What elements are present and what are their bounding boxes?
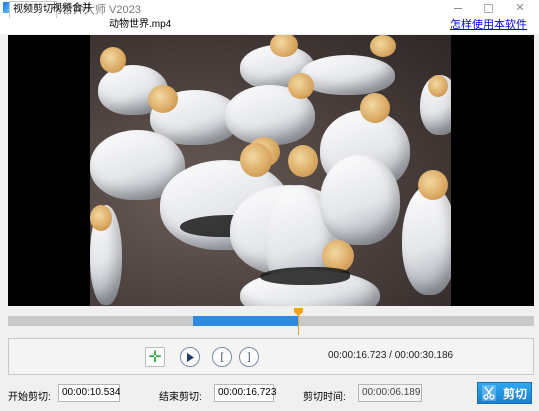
play-icon [187, 352, 194, 362]
add-button[interactable]: ✛ [145, 347, 165, 367]
maximize-button[interactable] [473, 0, 503, 16]
duration-field: 00:00:06.189 [358, 384, 422, 402]
scissors-icon [482, 385, 496, 401]
timeline-selection [193, 316, 299, 326]
timecode-display: 00:00:16.723 / 00:00:30.186 [328, 350, 454, 361]
playhead-handle[interactable] [294, 308, 303, 316]
close-button[interactable]: ✕ [505, 0, 535, 16]
maximize-icon [483, 3, 493, 13]
mark-in-button[interactable]: [ [212, 347, 232, 367]
start-cut-label: 开始剪切: [8, 392, 51, 403]
play-button[interactable] [180, 347, 200, 367]
end-cut-label: 结束剪切: [159, 392, 202, 403]
start-time-field[interactable]: 00:00:10.534 [58, 384, 120, 402]
tab-video-merge[interactable]: 视频合并 [49, 1, 95, 17]
file-name: 动物世界.mp4 [109, 19, 172, 30]
video-frame [90, 35, 451, 306]
end-time-field[interactable]: 00:00:16.723 [214, 384, 276, 402]
mark-out-button[interactable]: ] [239, 347, 259, 367]
minimize-icon [454, 7, 462, 9]
control-panel [8, 338, 534, 375]
cut-button-label: 剪切 [502, 386, 527, 401]
minimize-button[interactable] [443, 0, 473, 16]
timeline-track[interactable] [8, 316, 534, 326]
cut-button[interactable]: 剪切 [477, 382, 532, 404]
help-link[interactable]: 怎样使用本软件 [450, 17, 527, 33]
video-player[interactable] [8, 35, 534, 306]
duration-label: 剪切时间: [303, 392, 346, 403]
plus-icon: ✛ [148, 349, 162, 366]
